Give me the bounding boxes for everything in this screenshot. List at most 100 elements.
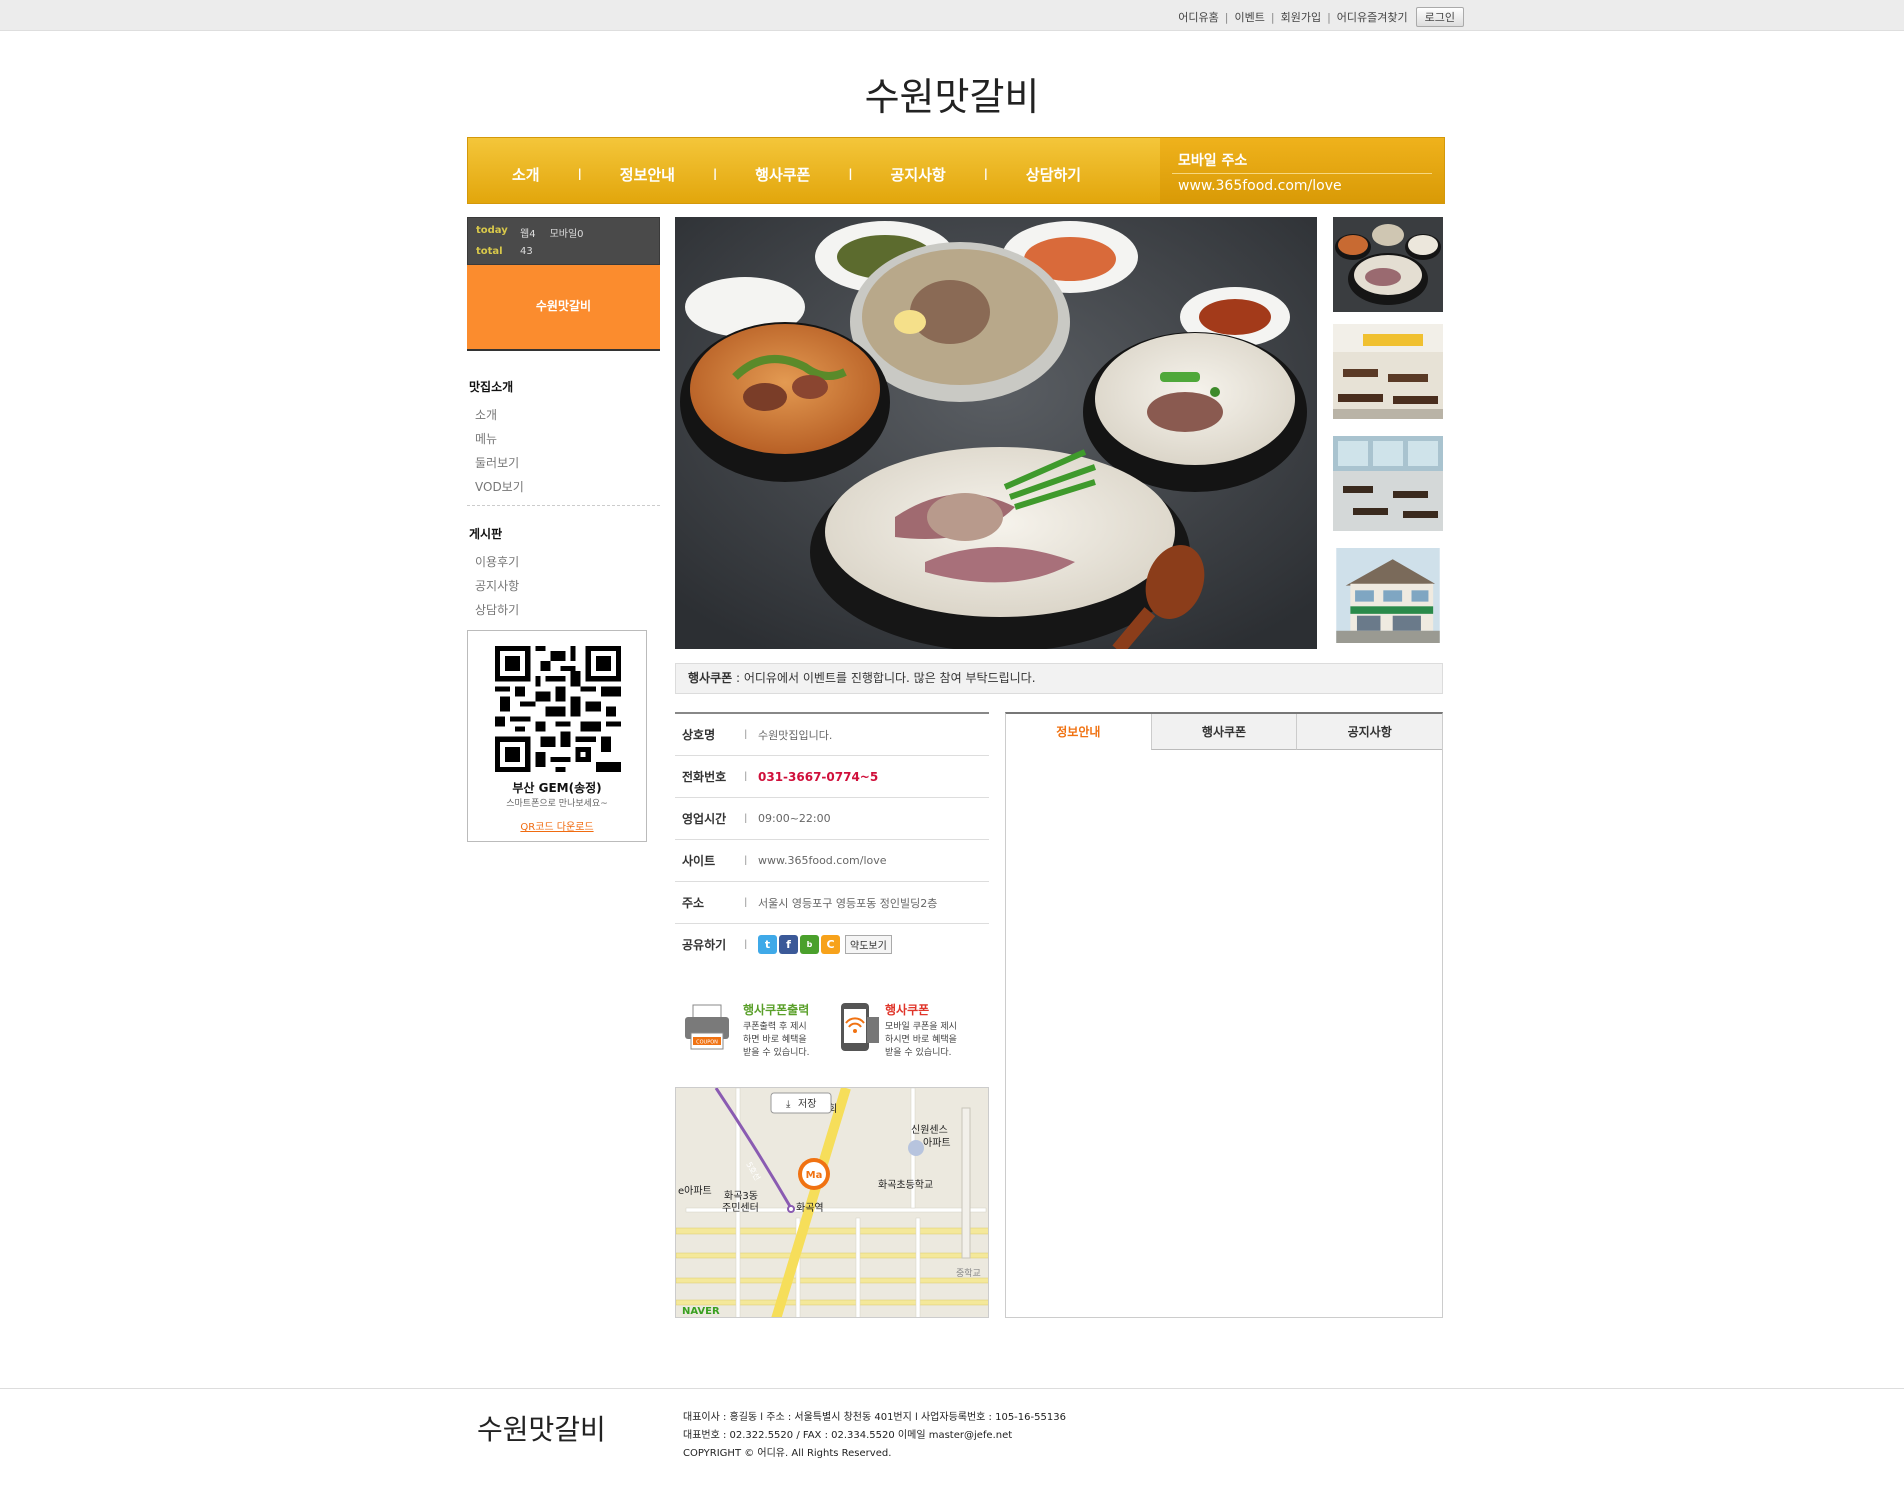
mobile-coupon-desc-line: 하시면 바로 혜택을 xyxy=(885,1035,957,1045)
coupon-banners: COUPON 행사쿠폰출력 쿠폰출력 후 제시 하면 바로 혜택을 받을 수 있… xyxy=(675,993,989,1063)
sidebar-divider xyxy=(467,505,660,506)
map-save-icon: ⤓ xyxy=(786,1099,791,1110)
notice-text: : 어디유에서 이벤트를 진행합니다. 많은 참여 부탁드립니다. xyxy=(732,671,1036,685)
thumbnail-food[interactable] xyxy=(1333,217,1443,312)
nav-info[interactable]: 정보안내 xyxy=(600,164,695,185)
footer-logo: 수원맛갈비 xyxy=(477,1413,606,1446)
tab-coupon[interactable]: 행사쿠폰 xyxy=(1150,714,1297,750)
share-icons: t f b C 약도보기 xyxy=(758,935,892,954)
print-coupon-desc-line: 받을 수 있습니다. xyxy=(743,1048,810,1058)
divider xyxy=(1172,173,1432,174)
map-label-center2: 주민센터 xyxy=(722,1202,759,1214)
nav-consult[interactable]: 상담하기 xyxy=(1006,164,1101,185)
info-row-address: 주소 l 서울시 영등포구 영등포동 정인빌딩2층 xyxy=(675,882,989,924)
top-link-home[interactable]: 어디유홈 xyxy=(1178,9,1218,25)
mobile-address-url[interactable]: www.365food.com/love xyxy=(1178,178,1342,194)
thumbnail-interior[interactable] xyxy=(1333,324,1443,419)
map-view-button[interactable]: 약도보기 xyxy=(845,935,892,954)
info-row-hours: 영업시간 l 09:00~22:00 xyxy=(675,798,989,840)
store-info-table: 상호명 l 수원맛집입니다. 전화번호 l 031-3667-0774~5 영업시간 l 0… xyxy=(675,712,989,965)
mobile-coupon-banner[interactable]: 행사쿠폰 모바일 쿠폰을 제시 하시면 바로 혜택을 받을 수 있습니다. xyxy=(835,993,989,1063)
store-name-banner: 수원맛갈비 xyxy=(467,265,660,351)
info-tabs: 정보안내 행사쿠폰 공지사항 xyxy=(1006,714,1443,750)
print-coupon-desc-line: 하면 바로 혜택을 xyxy=(743,1035,807,1045)
mobile-coupon-title: 행사쿠폰 xyxy=(885,1003,930,1017)
login-button[interactable]: 로그인 xyxy=(1415,7,1464,27)
nav-intro[interactable]: 소개 xyxy=(492,164,560,185)
visitor-counter: today 웹4 모바일0 total 43 xyxy=(467,217,660,265)
footer-divider xyxy=(0,1388,1904,1389)
info-row-share: 공유하기 l t f b C 약도보기 xyxy=(675,924,989,965)
qr-download-link[interactable]: QR코드 다운로드 xyxy=(468,818,646,833)
info-separator: l xyxy=(744,769,748,784)
top-link-bookmark[interactable]: 어디유즐겨찾기 xyxy=(1337,9,1408,25)
map-label-school2: 중학교 xyxy=(956,1268,981,1279)
nav-coupon[interactable]: 행사쿠폰 xyxy=(735,164,830,185)
qr-code-image xyxy=(495,646,621,772)
top-links: 어디유홈 | 이벤트 | 회원가입 | 어디유즐겨찾기 로그인 xyxy=(1178,7,1464,27)
nav-separator: l xyxy=(983,165,988,184)
top-link-join[interactable]: 회원가입 xyxy=(1281,9,1321,25)
thumbnail-dining-room[interactable] xyxy=(1333,436,1443,531)
notice-label: 행사쿠폰 xyxy=(688,671,733,685)
blog-icon[interactable]: b xyxy=(800,935,819,954)
info-tabs-box: 정보안내 행사쿠폰 공지사항 xyxy=(1005,712,1443,1318)
map-label-apt1: 신원센스 xyxy=(911,1124,948,1136)
top-bar: 어디유홈 | 이벤트 | 회원가입 | 어디유즐겨찾기 로그인 xyxy=(0,0,1904,31)
info-value-name: 수원맛집입니다. xyxy=(758,728,833,742)
sidebar-item-intro[interactable]: 소개 xyxy=(475,403,524,427)
main-food-photo xyxy=(675,217,1317,649)
print-coupon-desc: 쿠폰출력 후 제시 하면 바로 혜택을 받을 수 있습니다. xyxy=(743,1021,810,1060)
coupon-tag: COUPON xyxy=(696,1040,718,1046)
top-link-separator: | xyxy=(1270,10,1275,24)
sidebar-item-tour[interactable]: 둘러보기 xyxy=(475,451,524,475)
location-map[interactable]: 신원센스 아파트 e아파트 화곡3동 주민센터 화곡역 화곡초등학교 회 중학교… xyxy=(675,1087,989,1318)
counter-today-mobile: 모바일0 xyxy=(549,229,584,240)
info-value-phone: 031-3667-0774~5 xyxy=(758,769,879,784)
tab-info[interactable]: 정보안내 xyxy=(1006,714,1151,750)
counter-today-label: today xyxy=(476,225,508,236)
facebook-icon[interactable]: f xyxy=(779,935,798,954)
thumbnail-exterior[interactable] xyxy=(1333,548,1443,643)
store-name: 수원맛갈비 xyxy=(535,299,592,313)
mobile-address-title: 모바일 주소 xyxy=(1178,153,1248,169)
footer-copyright: COPYRIGHT © 어디유. All Rights Reserved. xyxy=(683,1448,892,1459)
print-coupon-banner[interactable]: COUPON 행사쿠폰출력 쿠폰출력 후 제시 하면 바로 혜택을 받을 수 있… xyxy=(675,993,825,1063)
site-logo[interactable]: 수원맛갈비 xyxy=(0,66,1904,121)
info-key: 상호명 xyxy=(682,728,716,742)
info-row-name: 상호명 l 수원맛집입니다. xyxy=(675,714,989,756)
sidebar-item-menu[interactable]: 메뉴 xyxy=(475,427,524,451)
info-separator: l xyxy=(744,727,748,742)
twitter-icon[interactable]: t xyxy=(758,935,777,954)
footer-line-2: 대표번호 : 02.322.5520 / FAX : 02.334.5520 이… xyxy=(683,1430,1013,1441)
top-link-separator: | xyxy=(1327,10,1331,24)
sidebar-item-notice[interactable]: 공지사항 xyxy=(475,574,519,598)
mobile-phone-icon xyxy=(841,1003,879,1051)
top-link-separator: | xyxy=(1224,10,1229,24)
info-row-phone: 전화번호 l 031-3667-0774~5 xyxy=(675,756,989,798)
nav-notice[interactable]: 공지사항 xyxy=(871,164,966,185)
map-marker[interactable]: Ma xyxy=(806,1170,823,1181)
footer-info: 대표이사 : 홍길동 l 주소 : 서울특별시 창천동 401번지 l 사업자등… xyxy=(683,1409,1066,1463)
map-save-button[interactable]: 저장 xyxy=(798,1098,816,1110)
sidebar-section-title: 맛집소개 xyxy=(469,380,514,394)
info-row-site: 사이트 l www.365food.com/love xyxy=(675,840,989,882)
info-value-site[interactable]: www.365food.com/love xyxy=(758,854,887,867)
sidebar-item-consult[interactable]: 상담하기 xyxy=(475,598,519,622)
tab-notice[interactable]: 공지사항 xyxy=(1296,714,1443,750)
info-value-hours: 09:00~22:00 xyxy=(758,812,831,825)
qr-code-box: 부산 GEM(송정) 스마트폰으로 만나보세요~ QR코드 다운로드 xyxy=(467,630,647,842)
sidebar-item-review[interactable]: 이용후기 xyxy=(475,550,519,574)
info-key: 전화번호 xyxy=(682,770,727,784)
mobile-coupon-desc-line: 모바일 쿠폰을 제시 xyxy=(885,1022,957,1032)
printer-icon: COUPON xyxy=(685,1004,729,1050)
mobile-coupon-desc: 모바일 쿠폰을 제시 하시면 바로 혜택을 받을 수 있습니다. xyxy=(885,1021,957,1060)
top-link-event[interactable]: 이벤트 xyxy=(1234,9,1264,25)
nav-separator: l xyxy=(577,165,582,184)
cyworld-icon[interactable]: C xyxy=(821,935,840,954)
sidebar-item-vod[interactable]: VOD보기 xyxy=(475,475,524,499)
info-key: 사이트 xyxy=(682,854,716,868)
info-separator: l xyxy=(744,895,748,910)
event-notice-bar: 행사쿠폰 : 어디유에서 이벤트를 진행합니다. 많은 참여 부탁드립니다. xyxy=(675,663,1443,694)
mobile-address-box: 모바일 주소 www.365food.com/love xyxy=(1160,138,1444,203)
